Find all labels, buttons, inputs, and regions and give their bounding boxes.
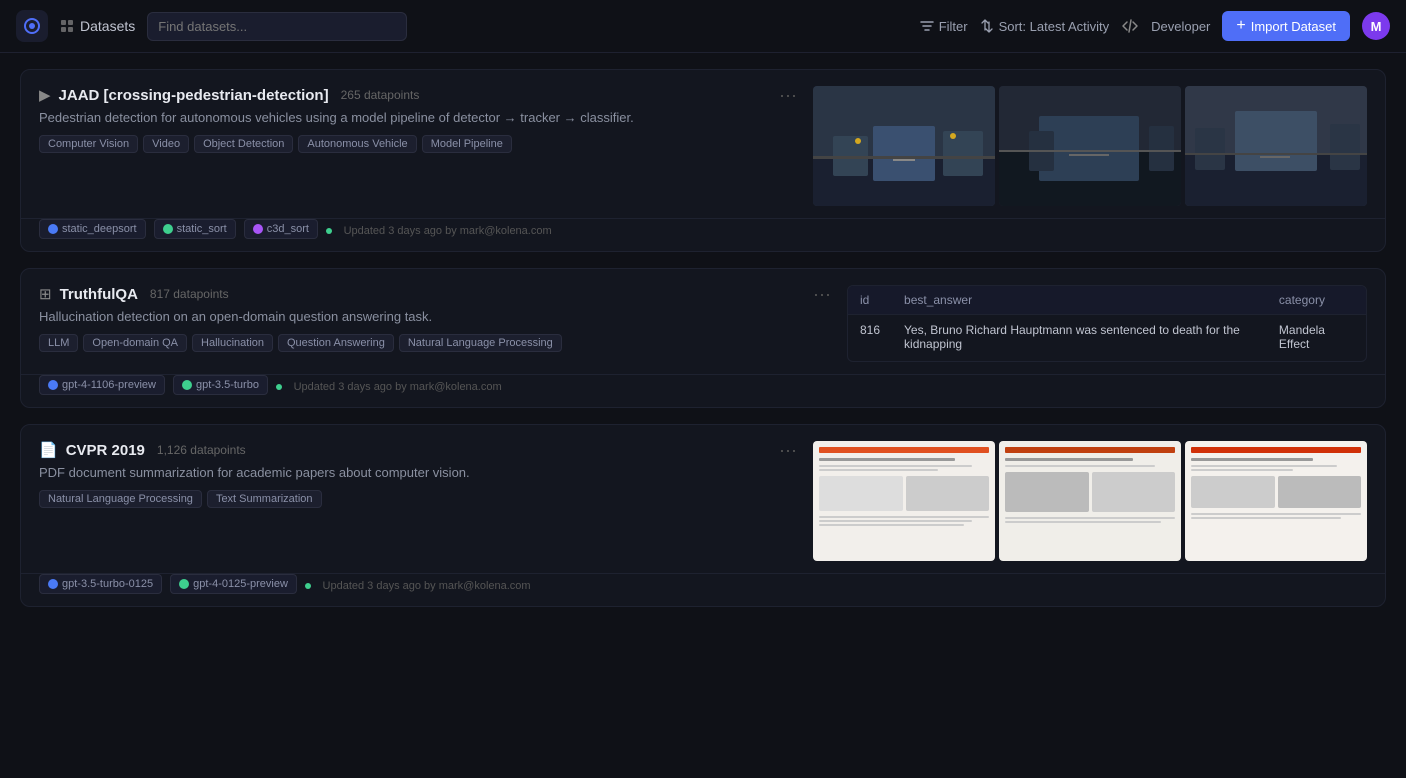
dataset-desc-jaad: Pedestrian detection for autonomous vehi… [39, 110, 797, 125]
dataset-card-cvpr2019: 📄 CVPR 2019 1,126 datapoints ··· PDF doc… [20, 424, 1386, 607]
card-info-cvpr2019: 📄 CVPR 2019 1,126 datapoints ··· PDF doc… [39, 441, 797, 561]
model-icon-gpt35 [182, 380, 192, 390]
dataset-title-cvpr2019[interactable]: CVPR 2019 [66, 442, 145, 459]
developer-icon [1121, 17, 1139, 35]
tags-jaad: Computer Vision Video Object Detection A… [39, 135, 797, 153]
tag-autonomous-vehicle[interactable]: Autonomous Vehicle [298, 135, 416, 153]
thumb-1-jaad [813, 86, 995, 206]
thumb-2-jaad [999, 86, 1181, 206]
thumb-2-cvpr [999, 441, 1181, 561]
top-actions: Filter Sort: Latest Activity Developer +… [920, 11, 1390, 41]
tag-object-detection[interactable]: Object Detection [194, 135, 293, 153]
dataset-card-jaad: ▶ JAAD [crossing-pedestrian-detection] 2… [20, 69, 1386, 252]
card-menu-truthfulqa[interactable]: ··· [813, 285, 831, 303]
updated-text-truthfulqa: Updated 3 days ago by mark@kolena.com [294, 381, 502, 393]
thumbnails-jaad [813, 86, 1367, 206]
col-header-id: id [848, 286, 892, 315]
model-tag-static-deepsort[interactable]: static_deepsort [39, 219, 146, 239]
dataset-desc-truthfulqa: Hallucination detection on an open-domai… [39, 309, 831, 324]
play-icon: ▶ [39, 86, 51, 104]
table-preview-truthfulqa: id best_answer category 816 Yes, Bruno R… [847, 285, 1367, 362]
model-tag-static-sort[interactable]: static_sort [154, 219, 236, 239]
tag-question-answering[interactable]: Question Answering [278, 334, 394, 352]
doc-icon: 📄 [39, 441, 58, 459]
col-header-category: category [1267, 286, 1366, 315]
avatar[interactable]: M [1362, 12, 1390, 40]
card-body-jaad: ▶ JAAD [crossing-pedestrian-detection] 2… [21, 70, 1385, 218]
model-icon-gpt4-0125 [179, 579, 189, 589]
model-tag-gpt4-preview[interactable]: gpt-4-1106-preview [39, 375, 165, 395]
grid-icon: ⊞ [39, 285, 52, 303]
card-footer-jaad: static_deepsort static_sort c3d_sort Upd… [21, 219, 1385, 251]
updated-text-jaad: Updated 3 days ago by mark@kolena.com [344, 225, 552, 237]
updated-dot-jaad [326, 228, 332, 234]
thumbnails-cvpr2019 [813, 441, 1367, 561]
section-label: Datasets [60, 18, 135, 34]
tag-llm[interactable]: LLM [39, 334, 78, 352]
card-info-jaad: ▶ JAAD [crossing-pedestrian-detection] 2… [39, 86, 797, 206]
model-tag-gpt35-0125[interactable]: gpt-3.5-turbo-0125 [39, 574, 162, 594]
cell-best-answer: Yes, Bruno Richard Hauptmann was sentenc… [892, 315, 1267, 360]
datasets-list: ▶ JAAD [crossing-pedestrian-detection] 2… [0, 53, 1406, 623]
tag-nlp-cvpr[interactable]: Natural Language Processing [39, 490, 202, 508]
tags-truthfulqa: LLM Open-domain QA Hallucination Questio… [39, 334, 831, 352]
dataset-desc-cvpr2019: PDF document summarization for academic … [39, 465, 797, 480]
card-body-cvpr2019: 📄 CVPR 2019 1,126 datapoints ··· PDF doc… [21, 425, 1385, 573]
developer-label: Developer [1151, 19, 1210, 34]
datapoints-cvpr2019: 1,126 datapoints [157, 443, 246, 457]
card-info-truthfulqa: ⊞ TruthfulQA 817 datapoints ··· Hallucin… [39, 285, 831, 362]
sort-button[interactable]: Sort: Latest Activity [980, 19, 1110, 34]
tag-computer-vision[interactable]: Computer Vision [39, 135, 138, 153]
model-icon-2 [163, 224, 173, 234]
model-icon-gpt4 [48, 380, 58, 390]
table-row: 816 Yes, Bruno Richard Hauptmann was sen… [848, 315, 1366, 360]
tag-hallucination[interactable]: Hallucination [192, 334, 273, 352]
card-body-truthfulqa: ⊞ TruthfulQA 817 datapoints ··· Hallucin… [21, 269, 1385, 374]
col-header-best-answer: best_answer [892, 286, 1267, 315]
filter-button[interactable]: Filter [920, 19, 968, 34]
card-header-jaad: ▶ JAAD [crossing-pedestrian-detection] 2… [39, 86, 797, 104]
datapoints-truthfulqa: 817 datapoints [150, 287, 229, 301]
cell-id: 816 [848, 315, 892, 360]
card-menu-jaad[interactable]: ··· [779, 86, 797, 104]
updated-text-cvpr2019: Updated 3 days ago by mark@kolena.com [323, 580, 531, 592]
dataset-title-jaad[interactable]: JAAD [crossing-pedestrian-detection] [59, 87, 329, 104]
top-bar: Datasets Filter Sort: Latest Activity De… [0, 0, 1406, 53]
card-header-cvpr2019: 📄 CVPR 2019 1,126 datapoints ··· [39, 441, 797, 459]
tag-nlp[interactable]: Natural Language Processing [399, 334, 562, 352]
card-header-truthfulqa: ⊞ TruthfulQA 817 datapoints ··· [39, 285, 831, 303]
cell-category: Mandela Effect [1267, 315, 1366, 360]
datapoints-jaad: 265 datapoints [341, 88, 420, 102]
model-icon-gpt35-0125 [48, 579, 58, 589]
thumb-3-cvpr [1185, 441, 1367, 561]
card-menu-cvpr2019[interactable]: ··· [779, 441, 797, 459]
dataset-card-truthfulqa: ⊞ TruthfulQA 817 datapoints ··· Hallucin… [20, 268, 1386, 408]
tags-cvpr2019: Natural Language Processing Text Summari… [39, 490, 797, 508]
model-icon-3 [253, 224, 263, 234]
updated-dot-truthfulqa [276, 384, 282, 390]
model-icon-1 [48, 224, 58, 234]
card-footer-cvpr2019: gpt-3.5-turbo-0125 gpt-4-0125-preview Up… [21, 574, 1385, 606]
tag-video[interactable]: Video [143, 135, 189, 153]
tag-model-pipeline[interactable]: Model Pipeline [422, 135, 512, 153]
model-tag-gpt35-turbo[interactable]: gpt-3.5-turbo [173, 375, 268, 395]
thumb-3-jaad [1185, 86, 1367, 206]
card-footer-truthfulqa: gpt-4-1106-preview gpt-3.5-turbo Updated… [21, 375, 1385, 407]
thumb-1-cvpr [813, 441, 995, 561]
updated-dot-cvpr2019 [305, 583, 311, 589]
tag-open-domain-qa[interactable]: Open-domain QA [83, 334, 187, 352]
app-logo [16, 10, 48, 42]
import-dataset-button[interactable]: + Import Dataset [1222, 11, 1350, 41]
dataset-title-truthfulqa[interactable]: TruthfulQA [60, 286, 138, 303]
model-tag-c3d-sort[interactable]: c3d_sort [244, 219, 318, 239]
tag-text-summarization[interactable]: Text Summarization [207, 490, 322, 508]
model-tag-gpt4-0125[interactable]: gpt-4-0125-preview [170, 574, 297, 594]
search-input[interactable] [147, 12, 407, 41]
